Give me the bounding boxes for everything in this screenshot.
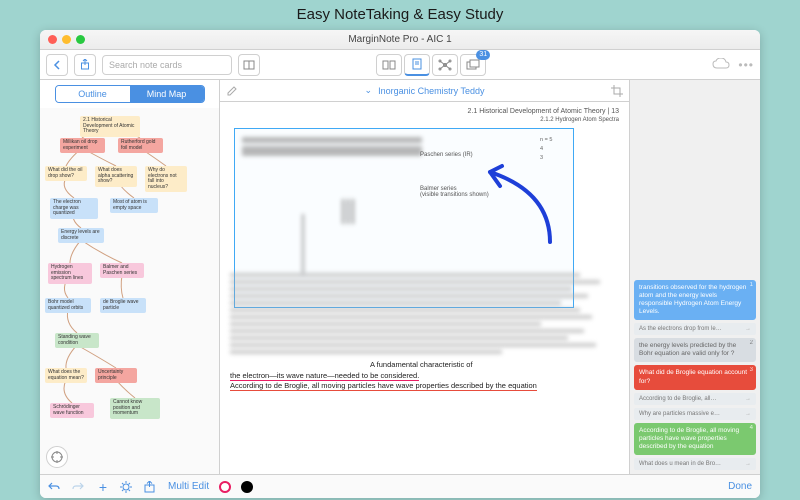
card-index: 1 <box>750 282 753 290</box>
mindmap-node[interactable]: The electron charge was quantized <box>50 198 98 219</box>
cloud-sync-icon[interactable] <box>712 58 730 72</box>
blurred-paragraph <box>230 273 619 354</box>
arrow-right-icon: → <box>745 411 751 417</box>
note-card[interactable]: the energy levels predicted by the Bohr … <box>634 338 756 362</box>
mindmap-node[interactable]: Why do electrons not fall into nucleus? <box>145 166 187 192</box>
app-window: MarginNote Pro - AIC 1 Search note cards <box>40 30 760 498</box>
share-button[interactable] <box>74 54 96 76</box>
highlighted-line-1[interactable]: the electron—its wave nature—needed to b… <box>230 371 419 381</box>
note-card[interactable]: According to de Broglie, all moving part… <box>634 423 756 455</box>
mindmap-node[interactable]: Bohr model quantized orbits <box>45 298 91 313</box>
view-mode-group: 31 <box>376 54 486 76</box>
edit-icon[interactable] <box>226 85 238 97</box>
mindmap-node[interactable]: 2.1 Historical Development of Atomic The… <box>80 116 140 137</box>
mindmap-node[interactable]: What does alpha scattering show? <box>95 166 137 187</box>
page-section-line: 2.1 Historical Development of Atomic The… <box>230 108 619 115</box>
sidebar-tab-switch: Outline Mind Map <box>55 85 205 103</box>
search-input[interactable]: Search note cards <box>102 55 232 75</box>
color-pink-button[interactable] <box>219 481 231 493</box>
diagram-labels: Paschen series (IR) Balmer series (visib… <box>420 152 489 198</box>
redo-button[interactable] <box>72 481 86 492</box>
mode-document-button[interactable] <box>404 54 430 76</box>
mindmap-node[interactable]: Hydrogen emission spectrum lines <box>48 263 92 284</box>
top-toolbar: Search note cards 31 ••• <box>40 50 760 80</box>
mindmap-canvas[interactable]: 2.1 Historical Development of Atomic The… <box>40 108 219 474</box>
arrow-right-icon: → <box>745 326 751 332</box>
undo-button[interactable] <box>48 481 62 492</box>
mode-book-button[interactable] <box>376 54 402 76</box>
bottom-toolbar: + Multi Edit Done <box>40 474 760 498</box>
maximize-window-button[interactable] <box>76 35 85 44</box>
flashcard-count-badge: 31 <box>476 50 490 60</box>
left-sidebar: Outline Mind Map <box>40 80 220 474</box>
mindmap-node[interactable]: Uncertainty principle <box>95 368 137 383</box>
mindmap-node[interactable]: Energy levels are discrete <box>58 228 104 243</box>
done-button[interactable]: Done <box>728 481 752 492</box>
window-titlebar: MarginNote Pro - AIC 1 <box>40 30 760 50</box>
window-title: MarginNote Pro - AIC 1 <box>40 30 760 50</box>
visible-paragraph: A fundamental characteristic of the elec… <box>230 360 619 392</box>
card-index: 3 <box>750 367 753 375</box>
right-toolbar-group: ••• <box>712 58 754 72</box>
mindmap-node[interactable]: Standing wave condition <box>55 333 99 348</box>
card-index: 4 <box>750 425 753 433</box>
book-view-button[interactable] <box>238 54 260 76</box>
close-window-button[interactable] <box>48 35 57 44</box>
settings-button[interactable] <box>120 481 134 493</box>
crop-icon[interactable] <box>611 85 623 97</box>
mindmap-node[interactable]: Cannot know position and momentum <box>110 398 160 419</box>
export-button[interactable] <box>144 481 158 493</box>
mindmap-node[interactable]: Rutherford gold foil model <box>118 138 163 153</box>
minimize-window-button[interactable] <box>62 35 71 44</box>
document-page[interactable]: 2.1 Historical Development of Atomic The… <box>220 102 629 474</box>
chevron-down-icon[interactable]: ⌄ <box>365 85 373 96</box>
document-title[interactable]: Inorganic Chemistry Teddy <box>378 86 484 96</box>
more-menu-icon[interactable]: ••• <box>738 58 754 72</box>
multi-edit-button[interactable]: Multi Edit <box>168 481 209 492</box>
note-sub-item[interactable]: As the electrons drop from le…→ <box>634 323 756 335</box>
arrow-right-icon: → <box>745 461 751 467</box>
page-subsection: 2.1.2 Hydrogen Atom Spectra <box>230 117 619 123</box>
label-balmer-sub: (visible transitions shown) <box>420 192 489 198</box>
color-black-button[interactable] <box>241 481 253 493</box>
back-button[interactable] <box>46 54 68 76</box>
recenter-button[interactable] <box>46 446 68 468</box>
mindmap-node[interactable]: de Broglie wave particle <box>100 298 146 313</box>
notes-panel: transitions observed for the hydrogen at… <box>630 80 760 474</box>
traffic-lights <box>48 35 85 44</box>
n-level-labels: n = 5 4 3 <box>540 136 552 162</box>
mode-flashcards-button[interactable]: 31 <box>460 54 486 76</box>
document-pane: ⌄ Inorganic Chemistry Teddy 2.1 Historic… <box>220 80 630 474</box>
arrow-right-icon: → <box>745 396 751 402</box>
promo-banner: Easy NoteTaking & Easy Study <box>0 0 800 30</box>
search-placeholder: Search note cards <box>109 60 182 70</box>
main-content: Outline Mind Map <box>40 80 760 474</box>
note-card[interactable]: transitions observed for the hydrogen at… <box>634 280 756 321</box>
mindmap-node[interactable]: Balmer and Paschen series <box>100 263 144 278</box>
mindmap-node[interactable]: What did the oil drop show? <box>45 166 87 181</box>
mindmap-node[interactable]: What does the equation mean? <box>45 368 87 383</box>
tab-outline[interactable]: Outline <box>56 86 130 102</box>
mode-mindmap-button[interactable] <box>432 54 458 76</box>
mindmap-node[interactable]: Most of atom is empty space <box>110 198 158 213</box>
tab-mindmap[interactable]: Mind Map <box>130 86 204 102</box>
mindmap-node[interactable]: Schrödinger wave function <box>50 403 94 418</box>
document-header: ⌄ Inorganic Chemistry Teddy <box>220 80 629 102</box>
label-paschen: Paschen series (IR) <box>420 152 489 158</box>
note-card[interactable]: What did de Broglie equation account for… <box>634 365 756 389</box>
highlighted-line-2[interactable]: According to de Broglie, all moving part… <box>230 381 537 391</box>
diagram-blurred <box>242 134 442 274</box>
note-sub-item[interactable]: What does u mean in de Bro…→ <box>634 458 756 470</box>
mindmap-node[interactable]: Millikan oil drop experiment <box>60 138 105 153</box>
add-button[interactable]: + <box>96 479 110 495</box>
card-index: 2 <box>750 340 753 348</box>
note-sub-item[interactable]: Why are particles massive e…→ <box>634 408 756 420</box>
note-sub-item[interactable]: According to de Broglie, all…→ <box>634 393 756 405</box>
